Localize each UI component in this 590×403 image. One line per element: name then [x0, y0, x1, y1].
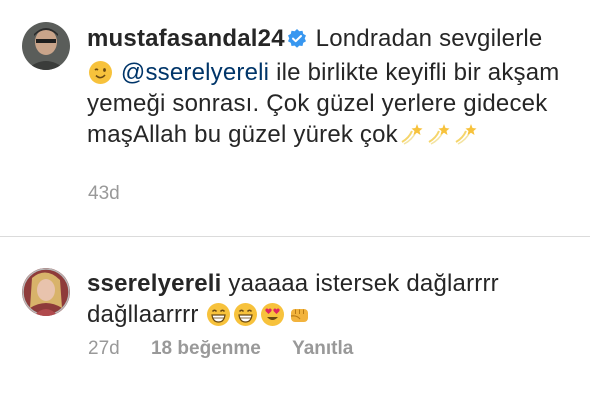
post-comment-text: mustafasandal24 Londradan sevgilerle @ss… [87, 23, 567, 150]
divider [0, 236, 590, 237]
dizzy-icon [399, 122, 424, 147]
mention-link[interactable]: @sserelyereli [121, 59, 269, 86]
post-comment-meta: 43d [88, 183, 146, 205]
likes-count-link[interactable]: 18 beğenme [151, 338, 261, 359]
fist-icon [287, 302, 312, 327]
heart-eyes-face-icon [260, 302, 285, 327]
reply-comment-meta: 27d 18 beğenme Yanıtla [88, 338, 379, 360]
timestamp: 27d [88, 338, 120, 359]
grinning-face-icon [233, 302, 258, 327]
timestamp: 43d [88, 183, 120, 204]
avatar-photo-icon [22, 268, 70, 316]
avatar-photo-icon [22, 22, 70, 70]
username[interactable]: mustafasandal24 [87, 25, 285, 52]
dizzy-icon [426, 122, 451, 147]
dizzy-icon [453, 122, 478, 147]
verified-badge-icon [287, 26, 307, 57]
username[interactable]: sserelyereli [87, 270, 222, 297]
reply-button[interactable]: Yanıtla [292, 338, 353, 359]
winking-face-icon [88, 60, 113, 85]
comment-intro-text: Londradan sevgilerle [315, 25, 543, 52]
grinning-face-icon [206, 302, 231, 327]
avatar[interactable] [22, 22, 70, 70]
reply-comment-text: sserelyereli yaaaaa istersek dağlarrrr d… [87, 268, 557, 330]
avatar[interactable] [22, 268, 70, 316]
